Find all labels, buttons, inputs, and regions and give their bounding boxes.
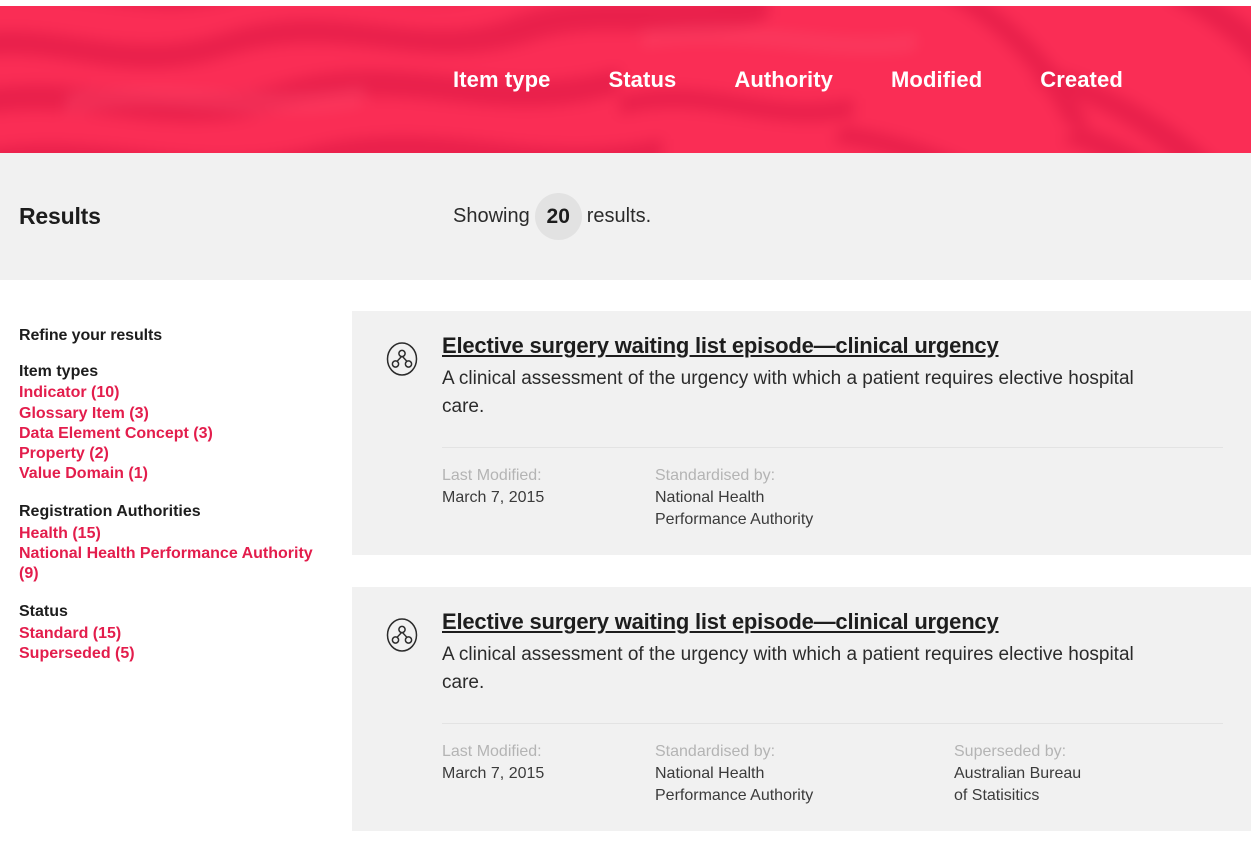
result-description: A clinical assessment of the urgency wit…	[442, 367, 1134, 417]
card-divider	[442, 446, 1223, 448]
page-body: Refine your results Item types Indicator…	[0, 280, 1251, 858]
refine-sidebar: Refine your results Item types Indicator…	[0, 280, 352, 858]
showing-suffix: results.	[586, 205, 652, 227]
nav-item-authority[interactable]: Authority	[734, 68, 833, 91]
facet-group-item-types: Item types Indicator (10) Glossary Item …	[19, 362, 352, 484]
nav-item-item-type[interactable]: Item type	[453, 68, 550, 91]
nav-item-modified[interactable]: Modified	[891, 68, 982, 91]
facet-group-registration-authorities: Registration Authorities Health (15) Nat…	[19, 502, 352, 584]
facet-group-title: Item types	[19, 363, 99, 380]
facet-indicator[interactable]: Indicator (10)	[19, 383, 319, 403]
result-description: A clinical assessment of the urgency wit…	[442, 643, 1134, 693]
header-nav[interactable]: Item type Status Authority Modified Crea…	[0, 6, 1251, 153]
facet-national-health-performance-authority[interactable]: National Health Performance Authority (9…	[19, 544, 319, 584]
meta-label: Superseded by:	[954, 742, 1067, 760]
nav-item-created[interactable]: Created	[1040, 68, 1123, 91]
card-divider	[442, 722, 1223, 724]
meta-last-modified: Last Modified: March 7, 2015	[442, 741, 655, 807]
meta-superseded-by: Superseded by: Australian Bureau of Stat…	[954, 741, 1081, 807]
results-summary-bar: Results Showing 20 results.	[0, 153, 1251, 280]
site-header: Item type Status Authority Modified Crea…	[0, 6, 1251, 153]
meta-label: Last Modified:	[442, 742, 542, 760]
result-title[interactable]: Elective surgery waiting list episode—cl…	[442, 333, 999, 358]
data-element-concept-icon	[384, 617, 420, 653]
meta-label: Standardised by:	[655, 742, 776, 760]
meta-value: March 7, 2015	[442, 488, 545, 506]
meta-label: Last Modified:	[442, 466, 542, 484]
result-card[interactable]: Elective surgery waiting list episode—cl…	[352, 311, 1251, 555]
result-metadata: Last Modified: March 7, 2015 Standardise…	[442, 741, 1223, 807]
result-card-body: Elective surgery waiting list episode—cl…	[442, 609, 1223, 807]
facet-superseded[interactable]: Superseded (5)	[19, 644, 319, 664]
facet-health[interactable]: Health (15)	[19, 524, 319, 544]
meta-value: National Health Performance Authority	[655, 488, 814, 528]
refine-heading: Refine your results	[19, 327, 163, 344]
data-element-concept-icon	[384, 341, 420, 377]
meta-value: March 7, 2015	[442, 764, 545, 782]
meta-standardised-by: Standardised by: National Health Perform…	[655, 465, 954, 531]
facet-property[interactable]: Property (2)	[19, 444, 319, 464]
facet-standard[interactable]: Standard (15)	[19, 624, 319, 644]
meta-value: National Health Performance Authority	[655, 764, 814, 804]
facet-value-domain[interactable]: Value Domain (1)	[19, 464, 319, 484]
results-count-badge: 20	[534, 193, 582, 240]
facet-group-status: Status Standard (15) Superseded (5)	[19, 602, 352, 664]
results-list: Elective surgery waiting list episode—cl…	[352, 280, 1251, 858]
meta-label: Standardised by:	[655, 466, 776, 484]
meta-value: Australian Bureau of Statisitics	[954, 764, 1082, 804]
facet-group-title: Status	[19, 603, 68, 621]
nav-item-status[interactable]: Status	[608, 68, 676, 91]
result-card[interactable]: Elective surgery waiting list episode—cl…	[352, 586, 1251, 831]
result-title[interactable]: Elective surgery waiting list episode—cl…	[442, 609, 999, 634]
results-count-text: Showing 20 results.	[453, 193, 651, 240]
facet-data-element-concept[interactable]: Data Element Concept (3)	[19, 424, 319, 444]
meta-standardised-by: Standardised by: National Health Perform…	[655, 741, 954, 807]
showing-prefix: Showing	[453, 205, 530, 227]
page-title: Results	[19, 203, 101, 229]
result-metadata: Last Modified: March 7, 2015 Standardise…	[442, 465, 1223, 531]
meta-last-modified: Last Modified: March 7, 2015	[442, 465, 655, 531]
facet-group-title: Registration Authorities	[19, 503, 201, 521]
result-card-body: Elective surgery waiting list episode—cl…	[442, 333, 1223, 531]
facet-glossary-item[interactable]: Glossary Item (3)	[19, 404, 319, 424]
